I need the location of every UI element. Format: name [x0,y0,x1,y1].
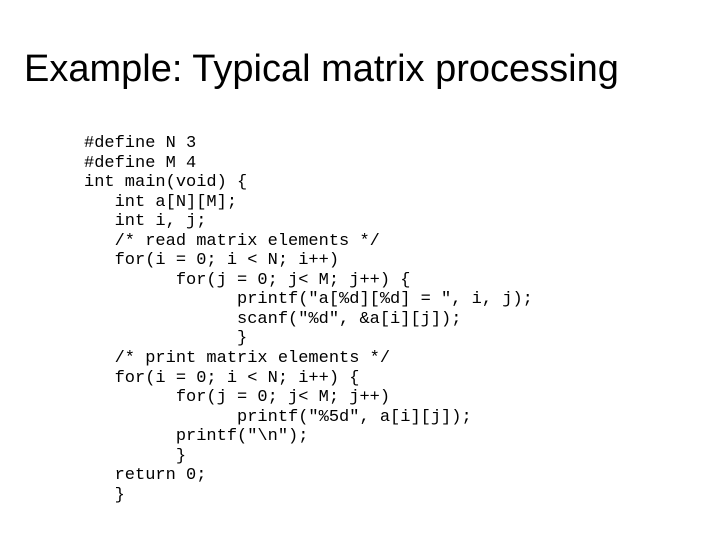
code-block: #define N 3 #define M 4 int main(void) {… [84,134,533,505]
slide: Example: Typical matrix processing #defi… [0,0,720,540]
slide-title: Example: Typical matrix processing [24,48,696,91]
